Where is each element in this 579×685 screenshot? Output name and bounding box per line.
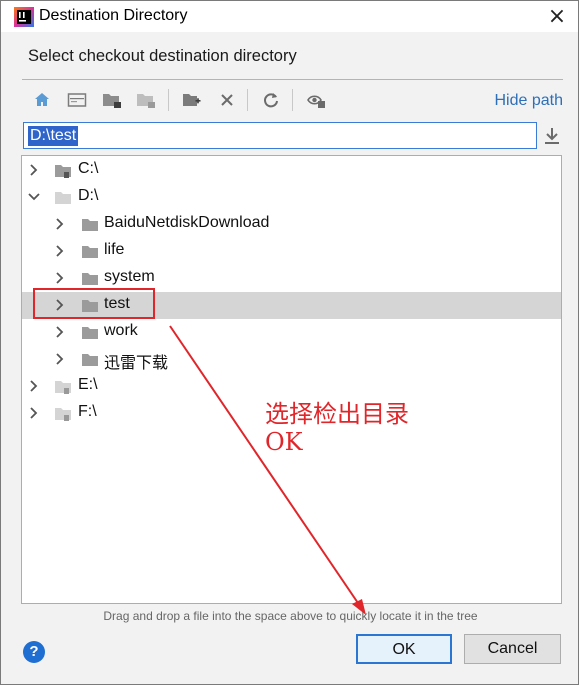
chevron-right-icon[interactable] bbox=[54, 245, 66, 257]
annotation-line-1: 选择检出目录 bbox=[265, 400, 409, 428]
tree-row-label: 迅雷下载 bbox=[104, 355, 169, 372]
chevron-right-icon[interactable] bbox=[28, 164, 40, 176]
chevron-right-icon[interactable] bbox=[54, 272, 66, 284]
download-button[interactable] bbox=[541, 124, 563, 148]
path-field-value: D:\test bbox=[28, 126, 79, 146]
project-folder-icon bbox=[103, 94, 121, 108]
refresh-icon bbox=[264, 93, 278, 108]
window-title: Destination Directory bbox=[39, 7, 188, 24]
destination-directory-dialog: Destination Directory × Select checkout … bbox=[0, 0, 579, 685]
tree-row-label: life bbox=[104, 241, 125, 258]
module-directory-button[interactable] bbox=[134, 87, 158, 113]
tree-row-label: BaiduNetdiskDownload bbox=[104, 214, 270, 231]
home-icon bbox=[35, 93, 49, 106]
chevron-right-icon[interactable] bbox=[54, 299, 66, 311]
delete-button[interactable] bbox=[215, 87, 239, 113]
annotation-text: 选择检出目录 OK bbox=[265, 400, 409, 456]
intellij-app-icon bbox=[14, 7, 34, 27]
delete-icon bbox=[221, 94, 233, 106]
drive-icon bbox=[55, 408, 71, 421]
folder-icon bbox=[82, 354, 98, 366]
toolbar-separator bbox=[168, 89, 169, 111]
folder-icon bbox=[82, 300, 98, 312]
tree-row[interactable]: E:\ bbox=[22, 373, 561, 400]
folder-icon bbox=[82, 273, 98, 285]
folder-icon bbox=[82, 219, 98, 231]
tree-row-label: test bbox=[104, 295, 130, 312]
tree-row[interactable]: BaiduNetdiskDownload bbox=[22, 211, 561, 238]
chevron-right-icon[interactable] bbox=[54, 353, 66, 365]
path-field[interactable]: D:\test bbox=[23, 122, 537, 149]
hide-path-link[interactable]: Hide path bbox=[495, 92, 564, 110]
tree-row-label: E:\ bbox=[78, 376, 98, 393]
chevron-right-icon[interactable] bbox=[28, 380, 40, 392]
folder-icon bbox=[82, 327, 98, 339]
tree-row-selected[interactable]: test bbox=[22, 292, 561, 319]
drive-icon bbox=[55, 192, 71, 204]
annotation-line-2: OK bbox=[265, 428, 303, 456]
toolbar-separator bbox=[292, 89, 293, 111]
divider bbox=[22, 79, 563, 80]
drive-icon bbox=[55, 165, 71, 178]
cancel-button[interactable]: Cancel bbox=[464, 634, 561, 664]
project-directory-button[interactable] bbox=[100, 87, 124, 113]
toolbar-separator bbox=[247, 89, 248, 111]
tree-row-label: F:\ bbox=[78, 403, 97, 420]
tree-row-label: work bbox=[104, 322, 138, 339]
tree-row[interactable]: D:\ bbox=[22, 184, 561, 211]
chevron-right-icon[interactable] bbox=[28, 407, 40, 419]
chevron-right-icon[interactable] bbox=[54, 326, 66, 338]
tree-row[interactable]: 迅雷下载 bbox=[22, 346, 561, 373]
dialog-prompt: Select checkout destination directory bbox=[28, 47, 297, 65]
file-chooser-toolbar: Hide path bbox=[22, 87, 563, 115]
drag-drop-hint: Drag and drop a file into the space abov… bbox=[103, 609, 478, 623]
tree-row[interactable]: life bbox=[22, 238, 561, 265]
tree-row-label: D:\ bbox=[78, 187, 99, 204]
download-icon bbox=[545, 128, 559, 144]
tree-row[interactable]: C:\ bbox=[22, 157, 561, 184]
ok-button[interactable]: OK bbox=[356, 634, 452, 664]
chevron-right-icon[interactable] bbox=[54, 218, 66, 230]
title-bar: Destination Directory × bbox=[1, 1, 578, 32]
new-folder-button[interactable] bbox=[180, 87, 204, 113]
chevron-down-icon[interactable] bbox=[28, 191, 40, 203]
refresh-button[interactable] bbox=[259, 87, 283, 113]
show-hidden-files-button[interactable] bbox=[304, 87, 328, 113]
module-folder-icon bbox=[137, 94, 155, 108]
show-hidden-icon bbox=[307, 95, 325, 108]
desktop-icon bbox=[67, 93, 87, 107]
home-button[interactable] bbox=[30, 87, 54, 113]
tree-row[interactable]: system bbox=[22, 265, 561, 292]
tree-row[interactable]: work bbox=[22, 319, 561, 346]
desktop-button[interactable] bbox=[65, 87, 89, 113]
directory-tree[interactable]: C:\ D:\ BaiduNetdiskDownload life system bbox=[21, 155, 562, 604]
new-folder-icon bbox=[183, 94, 201, 106]
close-button[interactable]: × bbox=[544, 4, 570, 30]
drive-icon bbox=[55, 381, 71, 394]
help-button[interactable]: ? bbox=[23, 641, 45, 663]
tree-row-label: system bbox=[104, 268, 155, 285]
tree-row-label: C:\ bbox=[78, 160, 99, 177]
folder-icon bbox=[82, 246, 98, 258]
